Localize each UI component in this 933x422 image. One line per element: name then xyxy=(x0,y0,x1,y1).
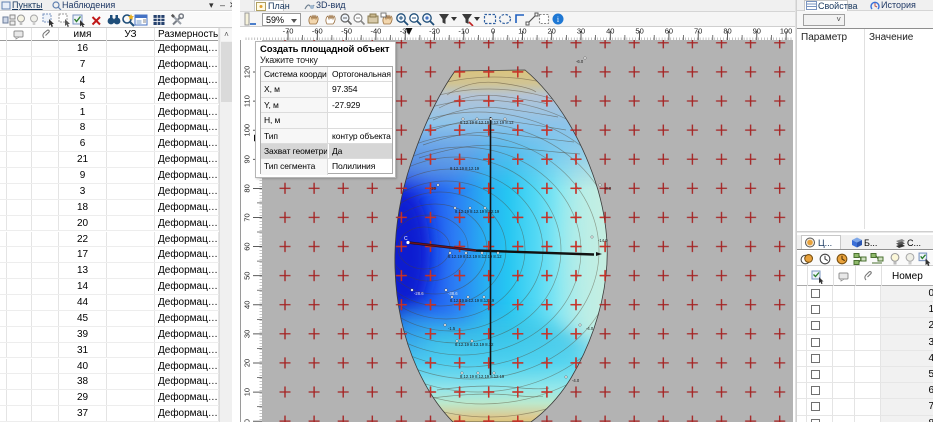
svg-text:80: 80 xyxy=(723,27,731,36)
svg-text:20: 20 xyxy=(548,27,556,36)
svg-text:-50: -50 xyxy=(341,27,352,36)
svg-text:8.12.19 8.12.19: 8.12.19 8.12.19 xyxy=(450,166,480,171)
svg-text:8.12.19 8.12.19 8.12.19 8.12: 8.12.19 8.12.19 8.12.19 8.12 xyxy=(460,120,514,125)
svg-text:10: 10 xyxy=(518,27,526,36)
svg-text:30: 30 xyxy=(243,330,252,338)
svg-text:-4.0: -4.0 xyxy=(586,326,594,331)
svg-text:50: 50 xyxy=(635,27,643,36)
svg-text:30: 30 xyxy=(577,27,585,36)
svg-text:8.12.19 8.12.19 8.12: 8.12.19 8.12.19 8.12 xyxy=(455,342,494,347)
svg-text:-1.5: -1.5 xyxy=(448,326,456,331)
svg-text:-14.0: -14.0 xyxy=(598,238,608,243)
svg-text:-6.0: -6.0 xyxy=(576,59,584,64)
svg-text:8.12.19 8.12.19 8.12.19: 8.12.19 8.12.19 8.12.19 xyxy=(450,298,495,303)
svg-text:-40: -40 xyxy=(370,27,381,36)
svg-text:100: 100 xyxy=(243,124,252,137)
svg-text:-70: -70 xyxy=(283,27,294,36)
svg-text:70: 70 xyxy=(694,27,702,36)
svg-text:90: 90 xyxy=(243,155,252,163)
svg-text:70: 70 xyxy=(243,213,252,221)
svg-text:80: 80 xyxy=(243,184,252,192)
svg-text:-20: -20 xyxy=(430,186,437,191)
svg-text:8.12.19 8.12.19 8.12.19: 8.12.19 8.12.19 8.12.19 xyxy=(460,374,505,379)
svg-text:90: 90 xyxy=(753,27,761,36)
svg-text:-4.0: -4.0 xyxy=(572,378,580,383)
svg-text:40: 40 xyxy=(606,27,614,36)
svg-text:60: 60 xyxy=(665,27,673,36)
svg-text:-38.6: -38.6 xyxy=(448,291,458,296)
svg-text:-60: -60 xyxy=(312,27,323,36)
svg-text:-28.6: -28.6 xyxy=(414,291,424,296)
svg-text:-8.0: -8.0 xyxy=(604,186,612,191)
svg-text:100: 100 xyxy=(780,27,793,36)
svg-text:20: 20 xyxy=(243,359,252,367)
svg-text:50: 50 xyxy=(243,272,252,280)
svg-text:8.12.19 8.12.19 8.12.19 8.12: 8.12.19 8.12.19 8.12.19 8.12 xyxy=(448,254,502,259)
svg-text:120: 120 xyxy=(243,66,252,79)
svg-text:-20: -20 xyxy=(429,27,440,36)
svg-text:0: 0 xyxy=(491,27,495,36)
svg-text:-10: -10 xyxy=(458,27,469,36)
svg-text:C: C xyxy=(404,236,408,242)
svg-text:60: 60 xyxy=(243,242,252,250)
svg-text:10: 10 xyxy=(243,388,252,396)
svg-text:110: 110 xyxy=(243,95,252,107)
svg-text:40: 40 xyxy=(243,301,252,309)
svg-text:8.12.19 8.12.19 8.12.19: 8.12.19 8.12.19 8.12.19 xyxy=(455,209,500,214)
